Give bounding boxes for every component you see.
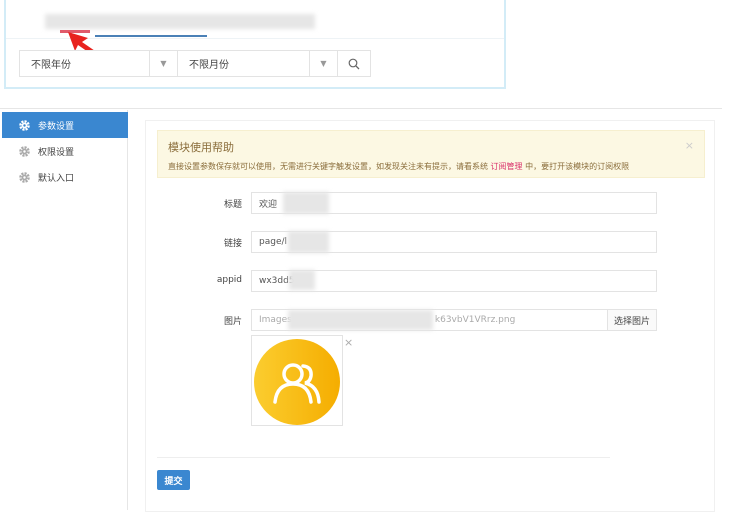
appid-label: appid [216,275,242,285]
section-divider [0,108,722,109]
choose-image-button[interactable]: 选择图片 [607,309,657,331]
title-label: 标题 [223,200,242,210]
image-preview [251,335,343,426]
alert-text: 直接设置参数保存就可以使用，无需进行关键字触发设置，如发现关注未有提示，请看系统… [168,161,694,172]
subscription-link[interactable]: 订阅管理 [491,162,523,171]
image-label: 图片 [223,317,242,327]
submit-button[interactable]: 提交 [157,470,190,490]
sidebar-item-label: 参数设置 [38,121,75,132]
title-value: 欢迎 [259,199,278,210]
image-value-end: k63vbV1VRrz.png [434,315,516,325]
redacted [288,231,329,253]
sidebar-item-label: 默认入口 [38,173,75,184]
redacted [288,310,433,330]
alert-close-button[interactable]: × [685,139,694,152]
link-value: page/l [259,237,288,247]
alert-text-end: 中，要打开该模块的订阅权限 [522,162,630,171]
alert-text-start: 直接设置参数保存就可以使用，无需进行关键字触发设置，如发现关注未有提示，请看系统 [168,162,491,171]
redacted-tabs [45,14,315,29]
month-select-value: 不限月份 [189,60,229,71]
link-label: 链接 [223,239,242,249]
chevron-down-icon: ▼ [149,51,177,76]
chevron-down-icon: ▼ [309,51,337,76]
year-select-value: 不限年份 [31,60,71,71]
sidebar: 参数设置 权限设置 默认入口 [0,110,128,510]
gear-icon [19,171,30,183]
redacted [283,192,329,214]
gear-icon [19,119,30,131]
gear-icon [19,145,30,157]
sidebar-item-label: 权限设置 [38,147,75,158]
search-button[interactable] [337,50,371,77]
sidebar-item-params[interactable]: 参数设置 [2,112,128,138]
year-select[interactable]: 不限年份 ▼ [19,50,178,77]
sidebar-item-default-entry[interactable]: 默认入口 [2,164,128,190]
sidebar-item-permissions[interactable]: 权限设置 [2,138,128,164]
month-select[interactable]: 不限月份 ▼ [177,50,338,77]
help-alert: 模块使用帮助 直接设置参数保存就可以使用，无需进行关键字触发设置，如发现关注未有… [157,130,705,178]
users-avatar-icon [254,339,340,425]
image-value-start: Images [259,315,292,325]
divider [157,457,610,458]
alert-title: 模块使用帮助 [168,141,234,154]
search-icon [348,58,360,69]
redacted [289,270,315,290]
remove-image-button[interactable]: × [344,336,353,349]
